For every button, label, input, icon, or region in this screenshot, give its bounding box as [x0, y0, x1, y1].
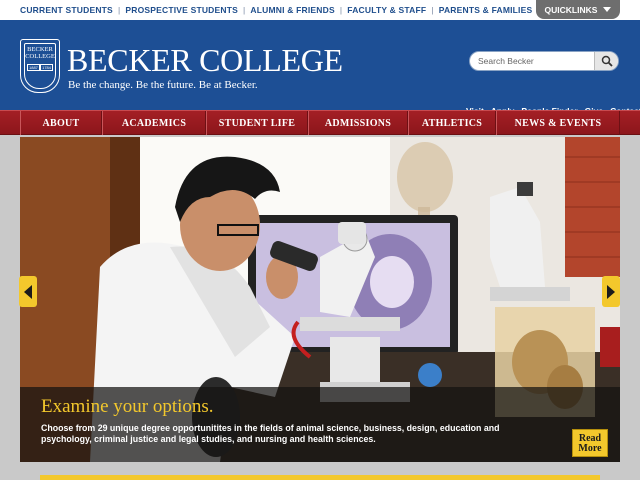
nav-separator: | [243, 5, 246, 15]
nav-separator: | [431, 5, 434, 15]
nav-item-academics[interactable]: ACADEMICS [102, 111, 206, 135]
quicklinks-dropdown[interactable]: QUICKLINKS [536, 0, 620, 19]
audience-link-alumni-friends[interactable]: ALUMNI & FRIENDS [250, 5, 334, 15]
nav-item-admissions[interactable]: ADMISSIONS [308, 111, 408, 135]
chevron-down-icon [603, 7, 612, 12]
read-more-line-2: More [578, 443, 602, 454]
audience-link-prospective-students[interactable]: PROSPECTIVE STUDENTS [125, 5, 238, 15]
search-icon [601, 55, 613, 67]
tagline: Be the change. Be the future. Be at Beck… [68, 79, 258, 91]
nav-item-athletics[interactable]: ATHLETICS [408, 111, 496, 135]
slideshow-prev-button[interactable] [19, 276, 37, 307]
audience-nav: CURRENT STUDENTS | PROSPECTIVE STUDENTS … [20, 5, 532, 15]
nav-item-about[interactable]: ABOUT [20, 111, 102, 135]
college-name[interactable]: BECKER COLLEGE [67, 43, 343, 77]
seal-year-left: 1887 [27, 64, 40, 71]
content-strip [40, 475, 600, 480]
slideshow-next-button[interactable] [602, 276, 620, 307]
audience-link-parents-families[interactable]: PARENTS & FAMILIES [439, 5, 533, 15]
site-header: BECKER COLLEGE 1887 1784 BECKER COLLEGE … [0, 20, 640, 116]
seal-year-right: 1784 [40, 64, 53, 71]
seal-dates: 1887 1784 [27, 64, 53, 71]
hero-slideshow: Examine your options. Choose from 29 uni… [20, 137, 620, 462]
audience-link-current-students[interactable]: CURRENT STUDENTS [20, 5, 113, 15]
quicklinks-label: QUICKLINKS [544, 4, 598, 15]
nav-item-student-life[interactable]: STUDENT LIFE [206, 111, 308, 135]
seal-line-2: COLLEGE [25, 53, 55, 60]
seal-line-1: BECKER [27, 46, 53, 53]
nav-separator: | [117, 5, 121, 15]
hero-caption: Examine your options. Choose from 29 uni… [20, 387, 620, 462]
audience-bar: CURRENT STUDENTS | PROSPECTIVE STUDENTS … [0, 0, 640, 20]
search-box [469, 51, 619, 71]
hero-body: Choose from 29 unique degree opportuniti… [41, 423, 500, 444]
arrow-right-icon [607, 284, 615, 299]
nav-item-news-events[interactable]: NEWS & EVENTS [496, 111, 620, 135]
college-seal-logo[interactable]: BECKER COLLEGE 1887 1784 [20, 39, 60, 93]
nav-separator: | [339, 5, 343, 15]
read-more-button[interactable]: Read More [572, 429, 608, 457]
main-nav: ABOUT ACADEMICS STUDENT LIFE ADMISSIONS … [0, 110, 640, 135]
arrow-left-icon [24, 284, 32, 299]
seal-text: BECKER COLLEGE [21, 46, 59, 60]
hero-headline: Examine your options. [41, 396, 214, 417]
search-input[interactable] [470, 52, 595, 70]
audience-link-faculty-staff[interactable]: FACULTY & STAFF [347, 5, 426, 15]
search-button[interactable] [594, 52, 618, 70]
